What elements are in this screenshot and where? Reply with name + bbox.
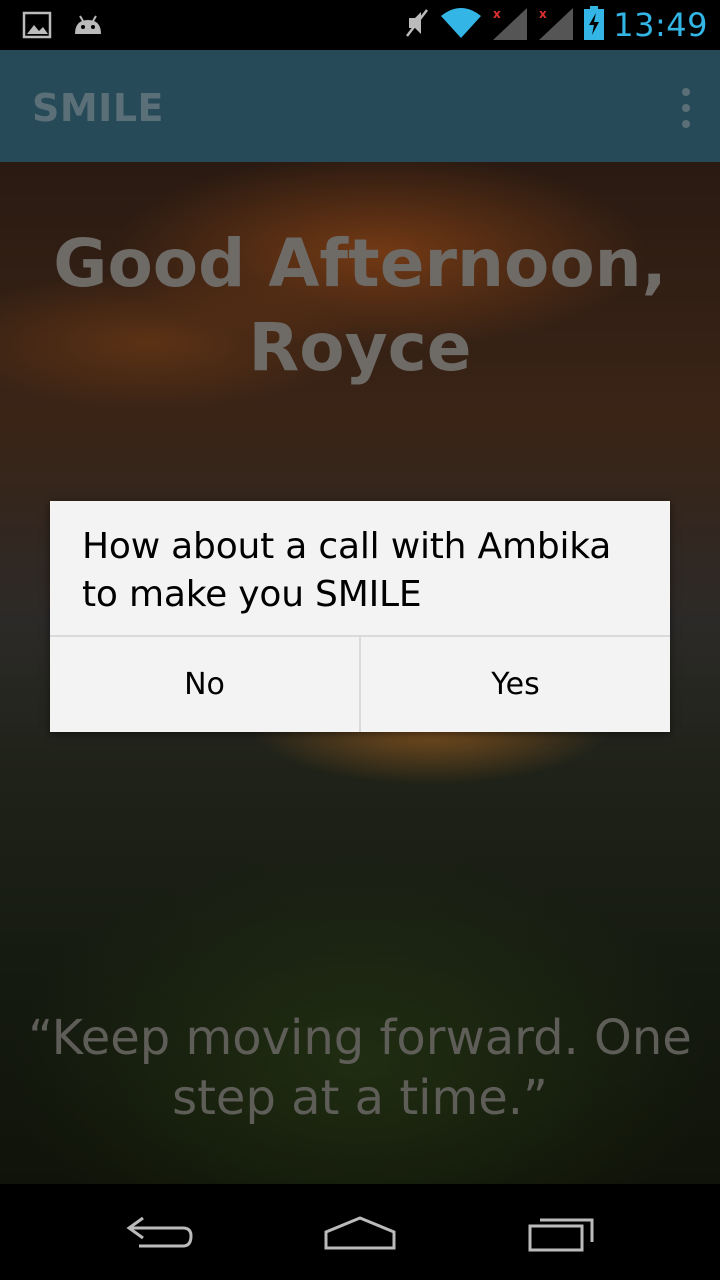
- back-icon[interactable]: [110, 1204, 210, 1260]
- status-right-icons: x x 13:49: [403, 4, 708, 46]
- wifi-icon: [439, 6, 483, 44]
- signal-icon: x: [491, 6, 529, 44]
- greeting-text: Good Afternoon, Royce: [53, 225, 667, 386]
- mute-icon: [403, 6, 431, 44]
- app-title: SMILE: [32, 86, 164, 130]
- svg-text:x: x: [539, 7, 547, 21]
- quote-text: “Keep moving forward. One step at a time…: [28, 1010, 692, 1126]
- overflow-menu-icon[interactable]: [674, 88, 698, 128]
- call-dialog: How about a call with Ambika to make you…: [50, 501, 670, 732]
- action-bar: SMILE: [0, 50, 720, 162]
- dialog-message: How about a call with Ambika to make you…: [82, 526, 612, 615]
- navigation-bar: [0, 1184, 720, 1280]
- recents-icon[interactable]: [512, 1204, 612, 1260]
- home-icon[interactable]: [310, 1204, 410, 1260]
- signal-icon-2: x: [537, 6, 575, 44]
- yes-button[interactable]: Yes: [359, 637, 670, 732]
- dialog-button-bar: No Yes: [50, 635, 670, 732]
- android-icon: [72, 12, 104, 42]
- status-left-icons: [22, 10, 104, 44]
- status-bar: x x 13:49: [0, 0, 720, 50]
- svg-text:x: x: [493, 7, 501, 21]
- status-time: 13:49: [613, 6, 708, 44]
- image-icon: [22, 10, 52, 44]
- battery-charging-icon: [583, 6, 605, 44]
- no-button[interactable]: No: [50, 637, 359, 732]
